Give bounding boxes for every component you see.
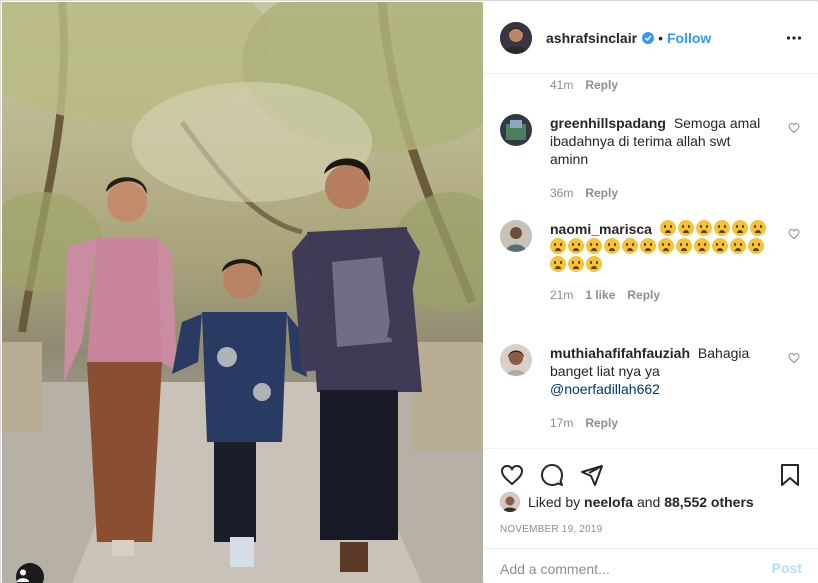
comment-time: 17m: [550, 416, 574, 430]
likes-summary: Liked by neelofa and 88,552 others: [500, 492, 754, 512]
commenter-avatar[interactable]: [500, 220, 532, 252]
comment-meta: 36m Reply: [550, 184, 772, 202]
crying-face-emoji: [730, 238, 746, 254]
verified-badge-icon: [642, 31, 655, 44]
comment-item: 41m Reply: [500, 74, 800, 94]
author-avatar[interactable]: [500, 21, 532, 54]
reply-button[interactable]: Reply: [585, 414, 618, 432]
comment-icon[interactable]: [540, 463, 564, 487]
crying-face-emoji: [604, 238, 620, 254]
crying-face-emoji: [695, 220, 712, 236]
comment-meta: 41m Reply: [550, 76, 772, 94]
commenter-avatar[interactable]: [500, 114, 532, 146]
comment-likes-count[interactable]: 1 like: [585, 286, 615, 304]
commenter-avatar-image: [500, 344, 532, 376]
add-comment-input[interactable]: [500, 561, 760, 577]
reply-button[interactable]: Reply: [585, 184, 618, 202]
post-comment-button[interactable]: Post: [772, 560, 802, 576]
commenter-avatar-image: [500, 114, 532, 146]
post-photo[interactable]: [2, 2, 483, 583]
crying-face-emoji: [677, 220, 694, 236]
comment-item: muthiahafifahfauziah Bahagia banget liat…: [500, 344, 800, 434]
reply-button[interactable]: Reply: [585, 76, 618, 94]
crying-face-emoji: [659, 220, 676, 236]
comment-meta: 21m 1 like Reply: [550, 286, 772, 304]
comment-item: naomi_marisca 21m 1 like Reply: [500, 220, 800, 324]
post-window: ashrafsinclair • Follow 41m Reply greenh…: [0, 0, 818, 583]
crying-face-emoji: [676, 238, 692, 254]
crying-face-emoji: [568, 256, 584, 272]
crying-face-emoji: [749, 220, 766, 236]
user-tag-icon: [17, 569, 29, 582]
author-username[interactable]: ashrafsinclair: [546, 30, 637, 46]
comment-time: 41m: [550, 78, 574, 92]
tagged-users-button[interactable]: [16, 563, 44, 583]
crying-face-emoji: [640, 238, 656, 254]
crying-face-emoji: [586, 256, 602, 272]
author-avatar-image: [500, 21, 532, 54]
post-date[interactable]: NOVEMBER 19, 2019: [500, 524, 602, 535]
comment-meta: 17m Reply: [550, 414, 772, 432]
comments-list[interactable]: 41m Reply greenhillspadang Semoga amal i…: [484, 74, 818, 448]
commenter-username[interactable]: muthiahafifahfauziah: [550, 345, 690, 361]
more-options-icon[interactable]: [786, 30, 802, 46]
crying-face-emoji: [712, 238, 728, 254]
separator-dot: •: [658, 29, 663, 46]
share-icon[interactable]: [580, 463, 604, 487]
commenter-avatar-image: [500, 220, 532, 252]
like-comment-heart-icon[interactable]: [788, 352, 800, 364]
crying-face-emoji: [694, 238, 710, 254]
crying-face-emoji: [550, 238, 566, 254]
likes-middle: and: [633, 494, 665, 510]
liker-username[interactable]: neelofa: [584, 494, 633, 510]
post-side-panel: ashrafsinclair • Follow 41m Reply greenh…: [484, 2, 818, 583]
comment-mention-link[interactable]: @noerfadillah662: [550, 381, 660, 397]
crying-face-emoji: [550, 256, 566, 272]
commenter-avatar[interactable]: [500, 344, 532, 376]
crying-face-emoji: [748, 238, 764, 254]
reply-button[interactable]: Reply: [627, 286, 660, 304]
add-comment-row: Post: [484, 548, 818, 583]
like-comment-heart-icon[interactable]: [788, 122, 800, 134]
liker-avatar[interactable]: [500, 492, 520, 512]
crying-face-emoji: [658, 238, 674, 254]
crying-face-emoji: [713, 220, 730, 236]
heart-icon[interactable]: [500, 463, 524, 487]
likes-count[interactable]: 88,552 others: [664, 494, 754, 510]
follow-button[interactable]: Follow: [667, 30, 711, 46]
commenter-username[interactable]: greenhillspadang: [550, 115, 666, 131]
post-header: ashrafsinclair • Follow: [484, 2, 818, 74]
likes-prefix: Liked by: [528, 494, 585, 510]
crying-face-emoji: [568, 238, 584, 254]
bookmark-icon[interactable]: [778, 463, 802, 487]
comment-time: 36m: [550, 186, 574, 200]
family-photo-illustration: [2, 2, 483, 583]
like-comment-heart-icon[interactable]: [788, 228, 800, 240]
crying-face-emoji: [622, 238, 638, 254]
liker-avatar-image: [500, 492, 520, 512]
commenter-username[interactable]: naomi_marisca: [550, 221, 652, 237]
crying-face-emoji: [586, 238, 602, 254]
comment-time: 21m: [550, 288, 574, 302]
crying-face-emoji: [731, 220, 748, 236]
comment-item: greenhillspadang Semoga amal ibadahnya d…: [500, 114, 800, 204]
